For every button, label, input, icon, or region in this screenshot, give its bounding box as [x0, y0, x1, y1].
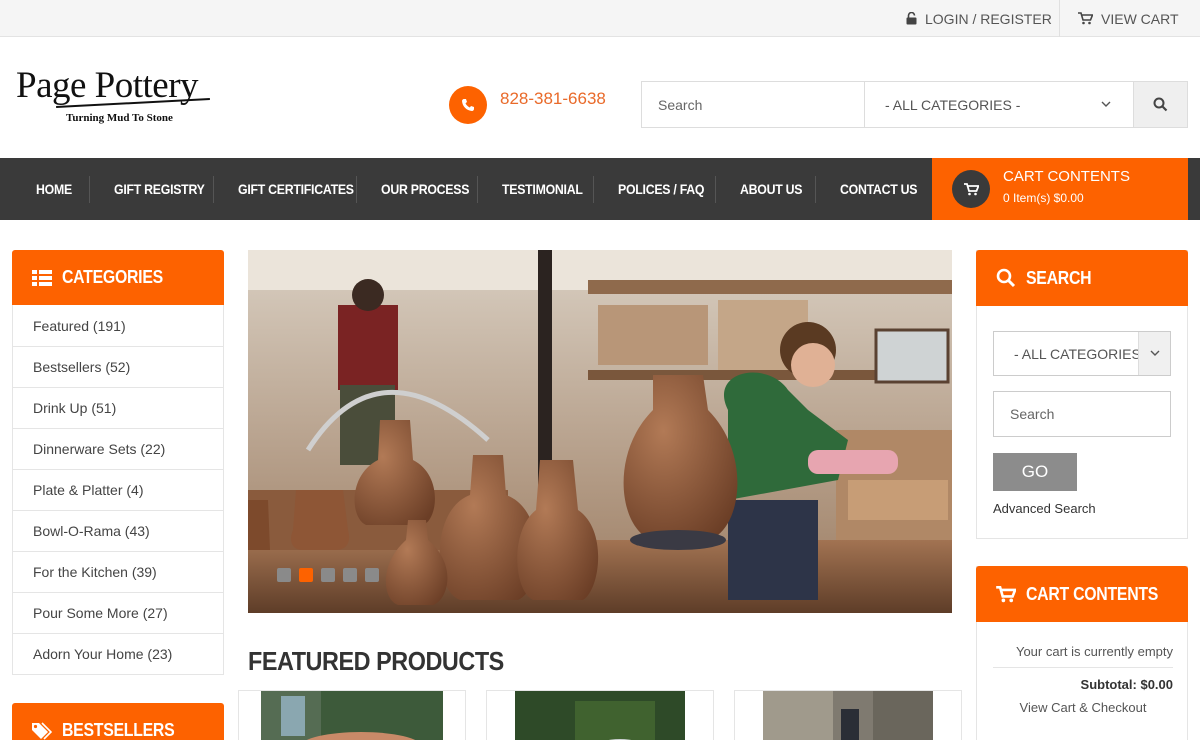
- product-card[interactable]: [486, 690, 714, 740]
- bestsellers-header: BESTSELLERS: [12, 703, 224, 740]
- chevron-down-icon: [1138, 332, 1170, 375]
- nav-item-our-process[interactable]: OUR PROCESS: [381, 158, 469, 220]
- nav-divider: [477, 176, 478, 203]
- nav-item-label: OUR PROCESS: [381, 181, 470, 197]
- view-cart-label: VIEW CART: [1101, 10, 1179, 27]
- cart-subtotal: Subtotal: $0.00: [1080, 677, 1173, 692]
- nav-item-gift-certificates[interactable]: GIFT CERTIFICATES: [238, 158, 354, 220]
- nav-divider: [213, 176, 214, 203]
- header-search-button[interactable]: [1134, 82, 1187, 127]
- shopping-cart-icon: [1078, 12, 1093, 25]
- nav-item-contact-us[interactable]: CONTACT US: [840, 158, 917, 220]
- search-icon: [1153, 97, 1168, 112]
- shopping-cart-icon: [996, 585, 1016, 602]
- side-category-select[interactable]: - ALL CATEGORIES -: [993, 331, 1171, 376]
- nav-item-gift-registry[interactable]: GIFT REGISTRY: [114, 158, 205, 220]
- lock-icon: [906, 12, 917, 25]
- nav-item-label: GIFT CERTIFICATES: [238, 181, 354, 197]
- nav-item-label: ABOUT US: [740, 181, 803, 197]
- product-card[interactable]: [734, 690, 962, 740]
- login-register-link[interactable]: LOGIN / REGISTER: [906, 0, 1052, 37]
- category-item[interactable]: Pour Some More (27): [13, 592, 223, 633]
- category-item[interactable]: For the Kitchen (39): [13, 551, 223, 592]
- nav-item-label: CONTACT US: [840, 181, 918, 197]
- side-category-label: - ALL CATEGORIES -: [1014, 345, 1150, 362]
- slider-pagination: [277, 568, 379, 582]
- side-cart-header: CART CONTENTS: [976, 566, 1188, 622]
- phone-number[interactable]: 828-381-6638: [500, 89, 606, 109]
- category-item[interactable]: Featured (191): [13, 305, 223, 346]
- logo-tagline: Turning Mud To Stone: [66, 112, 173, 124]
- advanced-search-link[interactable]: Advanced Search: [993, 501, 1096, 516]
- nav-divider: [715, 176, 716, 203]
- category-item[interactable]: Adorn Your Home (23): [13, 633, 223, 674]
- nav-item-label: HOME: [36, 181, 72, 197]
- nav-divider: [89, 176, 90, 203]
- category-item[interactable]: Dinnerware Sets (22): [13, 428, 223, 469]
- header-search-bar: - ALL CATEGORIES -: [641, 81, 1188, 128]
- nav-item-label: TESTIMONIAL: [502, 181, 583, 197]
- category-item[interactable]: Bestsellers (52): [13, 346, 223, 387]
- product-image: [261, 691, 443, 740]
- side-cart-panel: CART CONTENTS Your cart is currently emp…: [976, 566, 1188, 740]
- main-navigation: HOME GIFT REGISTRY GIFT CERTIFICATES OUR…: [0, 158, 1200, 220]
- nav-item-about-us[interactable]: ABOUT US: [740, 158, 802, 220]
- view-cart-checkout-link[interactable]: View Cart & Checkout: [993, 700, 1173, 715]
- nav-cart-contents[interactable]: CART CONTENTS 0 Item(s) $0.00: [932, 158, 1188, 220]
- slide-dot-active[interactable]: [299, 568, 313, 582]
- list-icon: [32, 269, 52, 286]
- site-logo[interactable]: Page Pottery Turning Mud To Stone: [12, 66, 212, 128]
- login-register-label: LOGIN / REGISTER: [925, 10, 1052, 27]
- nav-cart-summary: 0 Item(s) $0.00: [1003, 191, 1084, 205]
- nav-divider: [356, 176, 357, 203]
- top-utility-bar: LOGIN / REGISTER VIEW CART: [0, 0, 1200, 37]
- slide-dot[interactable]: [277, 568, 291, 582]
- side-search-title: SEARCH: [1026, 267, 1092, 288]
- topbar-divider: [1059, 0, 1060, 37]
- cart-empty-message: Your cart is currently empty: [993, 644, 1173, 668]
- view-cart-link[interactable]: VIEW CART: [1078, 0, 1179, 37]
- side-search-header: SEARCH: [976, 250, 1188, 306]
- categories-panel: CATEGORIES Featured (191) Bestsellers (5…: [12, 250, 224, 675]
- category-item[interactable]: Drink Up (51): [13, 387, 223, 428]
- go-button[interactable]: GO: [993, 453, 1077, 491]
- pottery-studio-photo: [248, 250, 952, 613]
- nav-item-polices-faq[interactable]: POLICES / FAQ: [618, 158, 705, 220]
- product-image: [763, 691, 933, 740]
- bestsellers-title: BESTSELLERS: [62, 720, 175, 740]
- tags-icon: [32, 721, 52, 740]
- nav-divider: [815, 176, 816, 203]
- chevron-down-icon: [1101, 101, 1111, 107]
- nav-item-testimonial[interactable]: TESTIMONIAL: [502, 158, 583, 220]
- category-item[interactable]: Plate & Platter (4): [13, 469, 223, 510]
- side-search-input[interactable]: [993, 391, 1171, 437]
- category-list: Featured (191) Bestsellers (52) Drink Up…: [12, 305, 224, 675]
- hero-slider[interactable]: [248, 250, 952, 613]
- categories-title: CATEGORIES: [62, 267, 163, 287]
- cart-icon: [952, 170, 990, 208]
- nav-item-label: GIFT REGISTRY: [114, 181, 205, 197]
- header-category-select[interactable]: - ALL CATEGORIES -: [865, 82, 1134, 127]
- categories-header: CATEGORIES: [12, 250, 224, 305]
- featured-products-title: FEATURED PRODUCTS: [248, 646, 504, 676]
- slide-dot[interactable]: [365, 568, 379, 582]
- side-cart-title: CART CONTENTS: [1026, 583, 1159, 604]
- nav-divider: [593, 176, 594, 203]
- slide-dot[interactable]: [343, 568, 357, 582]
- header-search-input[interactable]: [642, 82, 865, 127]
- product-image: [515, 691, 685, 740]
- search-icon: [996, 268, 1016, 288]
- nav-item-label: POLICES / FAQ: [618, 181, 705, 197]
- product-card[interactable]: [238, 690, 466, 740]
- phone-icon: [449, 86, 487, 124]
- nav-item-home[interactable]: HOME: [36, 158, 72, 220]
- header-category-label: - ALL CATEGORIES -: [885, 96, 1021, 113]
- side-search-panel: SEARCH - ALL CATEGORIES - GO Advanced Se…: [976, 250, 1188, 539]
- nav-cart-title: CART CONTENTS: [1003, 168, 1130, 185]
- category-item[interactable]: Bowl-O-Rama (43): [13, 510, 223, 551]
- slide-dot[interactable]: [321, 568, 335, 582]
